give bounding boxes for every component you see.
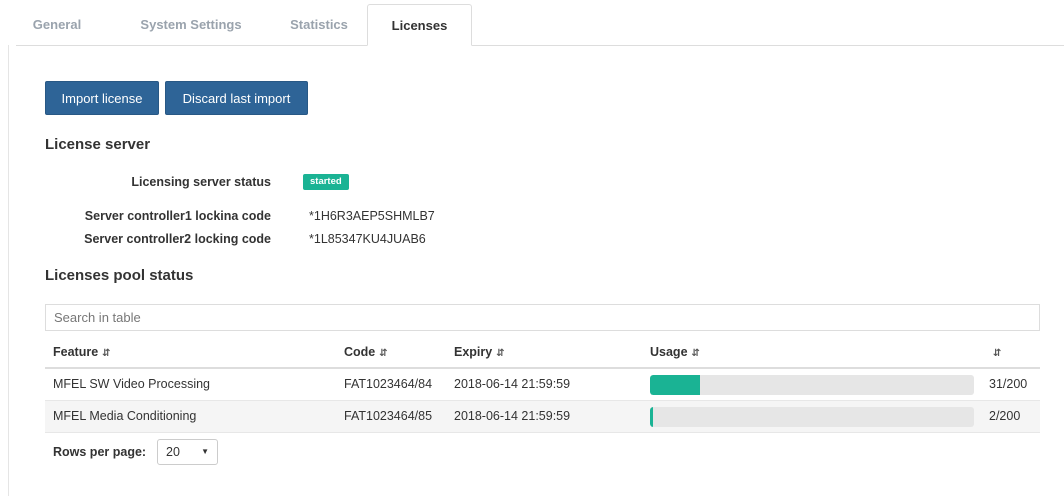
column-header-label: Expiry [454,345,493,359]
sort-icon: ⇵ [691,348,700,359]
sort-icon: ⇵ [102,348,111,359]
licensing-server-status-label: Licensing server status [131,175,271,189]
code-cell: FAT1023464/84 [344,377,433,391]
import-license-button[interactable]: Import license [45,81,159,115]
controller1-locking-code-value: *1H6R3AEP5SHMLB7 [309,209,435,223]
licenses-pool-heading: Licenses pool status [45,267,194,284]
usage-bar-fill [650,375,701,395]
discard-last-import-button[interactable]: Discard last import [165,81,308,115]
usage-count-cell: 2/200 [989,409,1021,423]
tab-statistics[interactable]: Statistics [274,4,364,45]
controller2-locking-code-label: Server controller2 locking code [84,232,271,246]
column-header-count[interactable]: ⇵ [989,345,1001,359]
tab-licenses[interactable]: Licenses [367,4,472,46]
tab-general[interactable]: General [16,4,98,45]
column-header-label: Code [344,345,376,359]
expiry-cell: 2018-06-14 21:59:59 [454,409,571,423]
table-row: MFEL Media Conditioning FAT1023464/85 20… [45,401,1040,433]
column-header-code[interactable]: Code ⇵ [344,345,388,359]
rows-per-page-value: 20 [166,445,180,459]
column-header-usage[interactable]: Usage ⇵ [650,345,700,359]
licenses-panel: Import license Discard last import Licen… [8,45,1064,496]
column-header-label: Usage [650,345,688,359]
usage-bar [650,375,974,395]
controller1-locking-code-label: Server controller1 lockina code [84,209,271,223]
column-header-expiry[interactable]: Expiry ⇵ [454,345,505,359]
sort-icon: ⇵ [379,348,388,359]
table-row: MFEL SW Video Processing FAT1023464/84 2… [45,369,1040,401]
usage-bar-fill [650,407,654,427]
usage-count-cell: 31/200 [989,377,1028,391]
usage-bar [650,407,974,427]
sort-icon: ⇵ [993,348,1002,359]
status-badge: started [303,174,349,190]
rows-per-page-label: Rows per page: [53,445,147,459]
column-header-label: Feature [53,345,99,359]
rows-per-page-select[interactable]: 20 ▼ [157,439,218,465]
controller2-locking-code-value: *1L85347KU4JUAB6 [309,232,426,246]
tab-system-settings[interactable]: System Settings [118,4,264,45]
search-input[interactable] [45,304,1040,331]
table-header: Feature ⇵ Code ⇵ Expiry ⇵ Usage ⇵ ⇵ [45,337,1040,369]
code-cell: FAT1023464/85 [344,409,433,423]
column-header-feature[interactable]: Feature ⇵ [53,345,111,359]
caret-down-icon: ▼ [201,447,209,456]
license-server-heading: License server [45,136,151,153]
licenses-table: Feature ⇵ Code ⇵ Expiry ⇵ Usage ⇵ ⇵ MFEL SW … [45,337,1040,433]
feature-cell: MFEL SW Video Processing [53,377,211,391]
tab-bar: General System Settings Statistics Licen… [16,0,1064,46]
expiry-cell: 2018-06-14 21:59:59 [454,377,571,391]
feature-cell: MFEL Media Conditioning [53,409,197,423]
sort-icon: ⇵ [496,348,505,359]
